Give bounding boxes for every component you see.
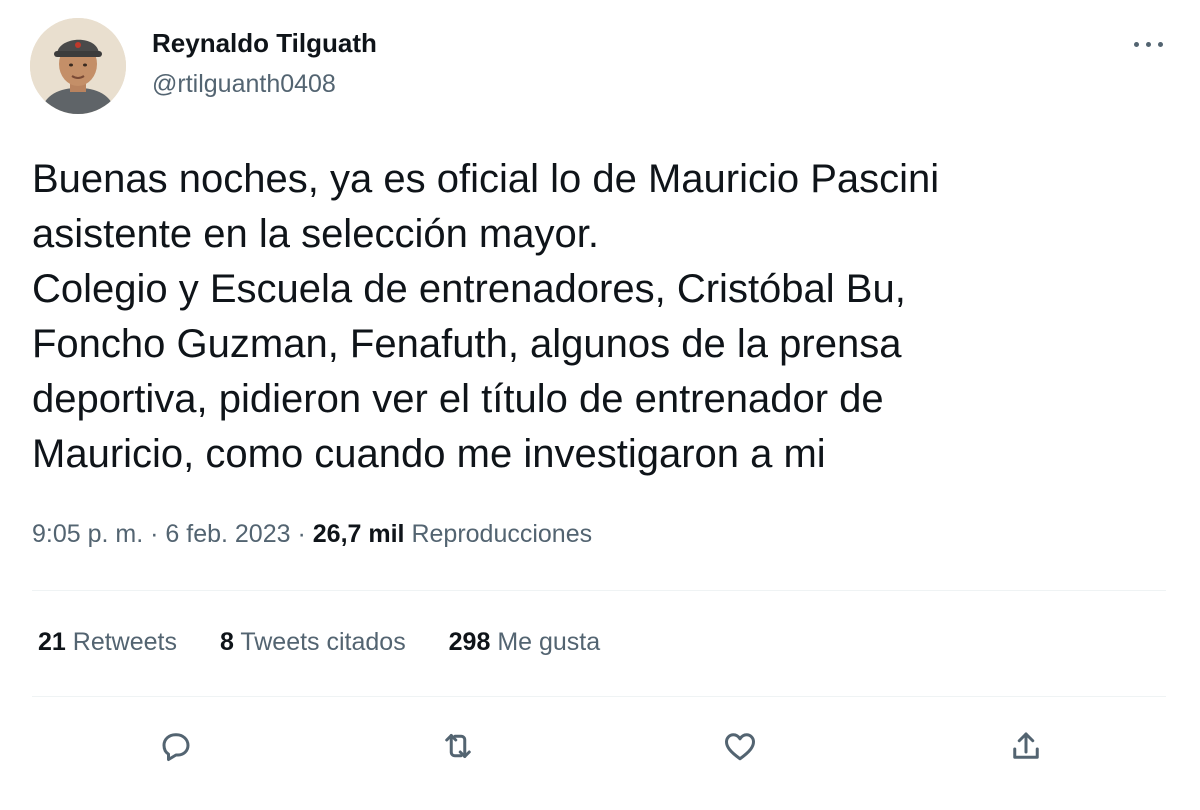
likes-label: Me gusta <box>497 628 601 656</box>
quotes-count: 8 <box>219 628 234 656</box>
quotes-stat[interactable]: 8 Tweets citados <box>220 628 406 657</box>
more-dot <box>1158 42 1163 47</box>
views-label: Reproducciones <box>411 520 593 548</box>
avatar[interactable] <box>30 18 126 114</box>
views-count: 26,7 mil <box>312 520 405 548</box>
heart-icon <box>725 733 755 761</box>
quotes-label: Tweets citados <box>240 628 406 656</box>
retweets-count: 21 <box>38 628 66 656</box>
avatar-image <box>30 18 126 114</box>
more-options-icon[interactable] <box>1128 34 1168 54</box>
divider <box>32 590 1166 591</box>
reply-icon <box>162 733 190 761</box>
tweet-date[interactable]: 6 feb. 2023 <box>165 520 290 548</box>
like-button[interactable] <box>718 724 762 768</box>
tweet-time[interactable]: 9:05 p. m. <box>32 520 143 548</box>
reply-button[interactable] <box>154 724 198 768</box>
retweets-stat[interactable]: 21 Retweets <box>38 628 177 657</box>
tweet-text: Buenas noches, ya es oficial lo de Mauri… <box>32 157 940 476</box>
share-button[interactable] <box>1004 724 1048 768</box>
more-dot <box>1134 42 1139 47</box>
likes-stat[interactable]: 298 Me gusta <box>449 628 601 657</box>
tweet-stats: 21 Retweets 8 Tweets citados 298 Me gust… <box>38 628 636 657</box>
meta-separator: · <box>150 520 159 548</box>
likes-count: 298 <box>448 628 491 656</box>
tweet-meta: 9:05 p. m. · 6 feb. 2023 · 26,7 mil Repr… <box>32 520 592 549</box>
author-display-name[interactable]: Reynaldo Tilguath <box>152 28 377 59</box>
retweet-icon <box>445 734 471 758</box>
author-handle[interactable]: @rtilguanth0408 <box>152 70 336 99</box>
divider <box>32 696 1166 697</box>
more-dot <box>1146 42 1151 47</box>
share-icon <box>1013 732 1039 759</box>
retweet-button[interactable] <box>436 724 480 768</box>
meta-separator: · <box>297 520 306 548</box>
retweets-label: Retweets <box>72 628 177 656</box>
